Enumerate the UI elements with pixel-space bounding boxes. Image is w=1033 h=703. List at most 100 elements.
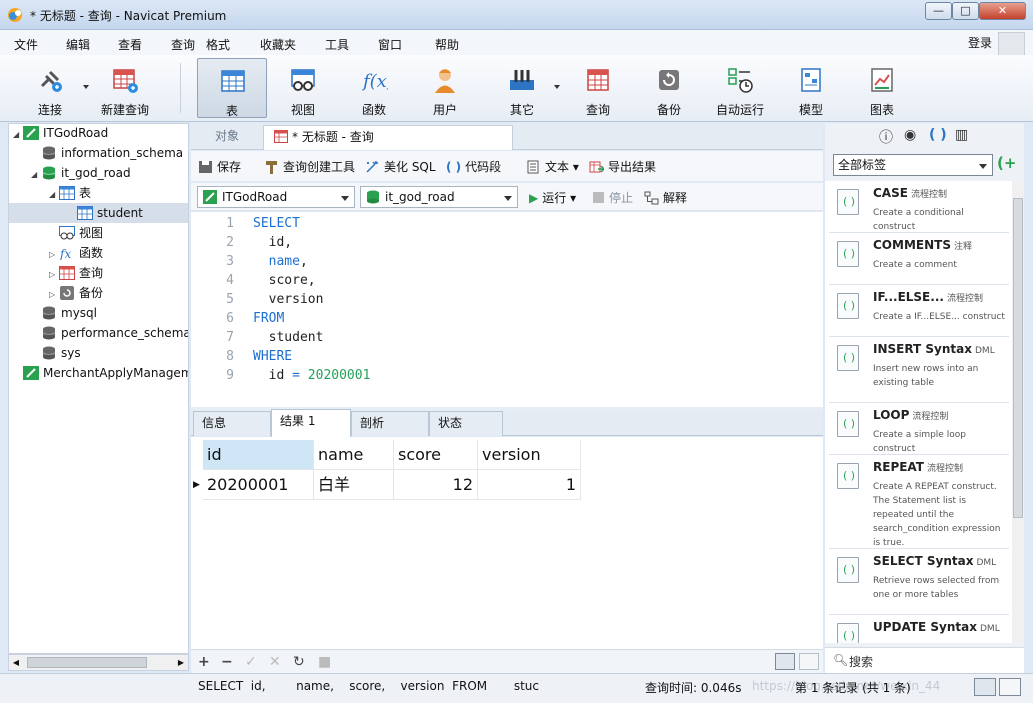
- menu-view[interactable]: 查看: [118, 36, 142, 53]
- toolbar-view-button[interactable]: 视图: [268, 58, 338, 118]
- tree-toggle-icon[interactable]: ▷: [49, 265, 59, 285]
- connect-dropdown-icon[interactable]: [83, 85, 89, 89]
- tab-untitled-query[interactable]: * 无标题 - 查询: [263, 125, 513, 150]
- connection-select[interactable]: ITGodRoad: [197, 186, 355, 208]
- form-view-icon[interactable]: [799, 653, 819, 670]
- stop-refresh-icon[interactable]: ■: [318, 654, 331, 670]
- code-line[interactable]: id,: [253, 235, 293, 250]
- add-snippet-icon[interactable]: (+: [997, 154, 1016, 172]
- save-button[interactable]: 保存: [198, 158, 241, 175]
- toolbar-query-button[interactable]: 查询: [563, 58, 633, 118]
- table-cell[interactable]: 12: [394, 470, 478, 500]
- column-header-id[interactable]: id: [203, 440, 314, 470]
- preview-icon[interactable]: ◉: [904, 127, 916, 143]
- snippet-item[interactable]: ( ) INSERT Syntax DML Insert new rows into …: [829, 337, 1009, 403]
- table-cell[interactable]: 20200001: [203, 470, 314, 500]
- code-line[interactable]: FROM: [253, 311, 284, 326]
- tree-node-performance-schema[interactable]: performance_schema: [31, 323, 188, 343]
- close-button[interactable]: ✕: [979, 2, 1026, 20]
- export-results-button[interactable]: 导出结果: [589, 158, 656, 175]
- menu-edit[interactable]: 编辑: [66, 36, 90, 53]
- tree-toggle-icon[interactable]: ▷: [49, 285, 59, 305]
- menu-file[interactable]: 文件: [14, 36, 38, 53]
- menu-tools[interactable]: 工具: [325, 36, 349, 53]
- column-header-version[interactable]: version: [478, 440, 581, 470]
- code-line[interactable]: name,: [253, 254, 308, 269]
- tree-toggle-icon[interactable]: ◢: [31, 165, 41, 185]
- code-snippet-button[interactable]: ( ) 代码段: [446, 158, 501, 175]
- code-line[interactable]: SELECT: [253, 216, 300, 231]
- snippet-item[interactable]: ( ) UPDATE Syntax DML: [829, 615, 1009, 643]
- info-icon[interactable]: ⓘ: [879, 127, 893, 147]
- snippet-search[interactable]: 🔍︎ 搜索: [825, 647, 1024, 673]
- explain-button[interactable]: 解释: [644, 189, 687, 206]
- tag-filter-select[interactable]: 全部标签: [833, 154, 993, 176]
- tab-result-1[interactable]: 结果 1: [271, 409, 351, 437]
- discard-changes-icon[interactable]: ✕: [269, 654, 281, 670]
- snippet-item[interactable]: ( ) SELECT Syntax DML Retrieve rows selecte…: [829, 549, 1009, 615]
- tree-horizontal-scrollbar[interactable]: ◀ ▶: [8, 654, 189, 671]
- beautify-sql-button[interactable]: 美化 SQL: [365, 158, 436, 175]
- tab-objects[interactable]: 对象: [191, 125, 263, 150]
- scroll-left-icon[interactable]: ◀: [9, 655, 23, 670]
- snippet-item[interactable]: ( ) REPEAT 流程控制 Create A REPEAT construct. …: [829, 455, 1009, 549]
- apply-changes-icon[interactable]: ✓: [245, 654, 257, 670]
- toolbar-model-button[interactable]: 模型: [776, 58, 846, 118]
- tree-node-merchantapplymanagem[interactable]: MerchantApplyManagem: [13, 363, 188, 383]
- snippet-item[interactable]: ( ) CASE 流程控制 Create a conditional construc…: [829, 181, 1009, 233]
- snippet-item[interactable]: ( ) COMMENTS 注释 Create a comment: [829, 233, 1009, 285]
- tab-profile[interactable]: 剖析: [351, 411, 429, 436]
- tree-node-student[interactable]: student: [9, 203, 188, 223]
- other-dropdown-icon[interactable]: [554, 85, 560, 89]
- menu-help[interactable]: 帮助: [435, 36, 459, 53]
- toolbar-new-query-button[interactable]: 新建查询: [90, 58, 160, 118]
- column-header-name[interactable]: name: [314, 440, 394, 470]
- tree-node-[interactable]: ▷ fx 函数: [49, 243, 188, 263]
- toolbar-user-button[interactable]: 用户: [410, 58, 480, 118]
- database-select[interactable]: it_god_road: [360, 186, 518, 208]
- column-header-score[interactable]: score: [394, 440, 478, 470]
- toolbar-backup-button[interactable]: 备份: [634, 58, 704, 118]
- menu-favorites[interactable]: 收藏夹: [260, 36, 296, 53]
- tree-node-[interactable]: 视图: [49, 223, 188, 243]
- snippet-scroll-thumb[interactable]: [1013, 198, 1023, 518]
- toolbar-automation-button[interactable]: 自动运行: [705, 58, 775, 118]
- query-builder-button[interactable]: 查询创建工具: [264, 158, 355, 175]
- snippet-item[interactable]: ( ) LOOP 流程控制 Create a simple loop construc…: [829, 403, 1009, 455]
- tab-info[interactable]: 信息: [193, 411, 271, 436]
- run-button[interactable]: ▶ 运行 ▾: [529, 189, 576, 206]
- snippet-item[interactable]: ( ) IF...ELSE... 流程控制 Create a IF...ELSE...…: [829, 285, 1009, 337]
- toolbar-function-button[interactable]: f(x) 函数: [339, 58, 409, 118]
- status-grid-view-icon[interactable]: [974, 678, 996, 696]
- toolbar-chart-button[interactable]: 图表: [847, 58, 917, 118]
- tree-node-[interactable]: ◢ 表: [49, 183, 188, 203]
- toolbar-other-button[interactable]: 其它: [487, 58, 557, 118]
- menu-format[interactable]: 格式: [206, 36, 230, 53]
- grid-view-icon[interactable]: [775, 653, 795, 670]
- maximize-button[interactable]: □: [952, 2, 979, 20]
- toolbar-connect-button[interactable]: 连接: [15, 58, 85, 118]
- code-line[interactable]: student: [253, 330, 324, 345]
- tree-node-sys[interactable]: sys: [31, 343, 188, 363]
- menu-query[interactable]: 查询: [171, 36, 195, 53]
- tree-node-[interactable]: ▷ 备份: [49, 283, 188, 303]
- tree-node-it-god-road[interactable]: ◢ it_god_road: [31, 163, 188, 183]
- minimize-button[interactable]: —: [925, 2, 952, 20]
- refresh-icon[interactable]: ↻: [293, 654, 305, 670]
- table-cell[interactable]: 白羊: [314, 470, 394, 500]
- add-record-icon[interactable]: +: [198, 654, 210, 670]
- delete-record-icon[interactable]: −: [221, 654, 233, 670]
- menu-window[interactable]: 窗口: [378, 36, 402, 53]
- tree-node-itgodroad[interactable]: ◢ ITGodRoad: [13, 124, 188, 145]
- scroll-right-icon[interactable]: ▶: [174, 655, 188, 670]
- tree-toggle-icon[interactable]: ◢: [13, 125, 23, 145]
- status-form-view-icon[interactable]: [999, 678, 1021, 696]
- toolbar-table-button[interactable]: 表: [197, 58, 267, 118]
- tree-node-mysql[interactable]: mysql: [31, 303, 188, 323]
- sql-editor[interactable]: 1 SELECT 2 id, 3 name, 4 score, 5 version 6 FRO…: [191, 212, 823, 407]
- code-line[interactable]: id = 20200001: [253, 368, 371, 383]
- code-line[interactable]: score,: [253, 273, 316, 288]
- tree-node-information-schema[interactable]: information_schema: [31, 143, 188, 163]
- tab-status[interactable]: 状态: [429, 411, 503, 436]
- tree-node-[interactable]: ▷ 查询: [49, 263, 188, 283]
